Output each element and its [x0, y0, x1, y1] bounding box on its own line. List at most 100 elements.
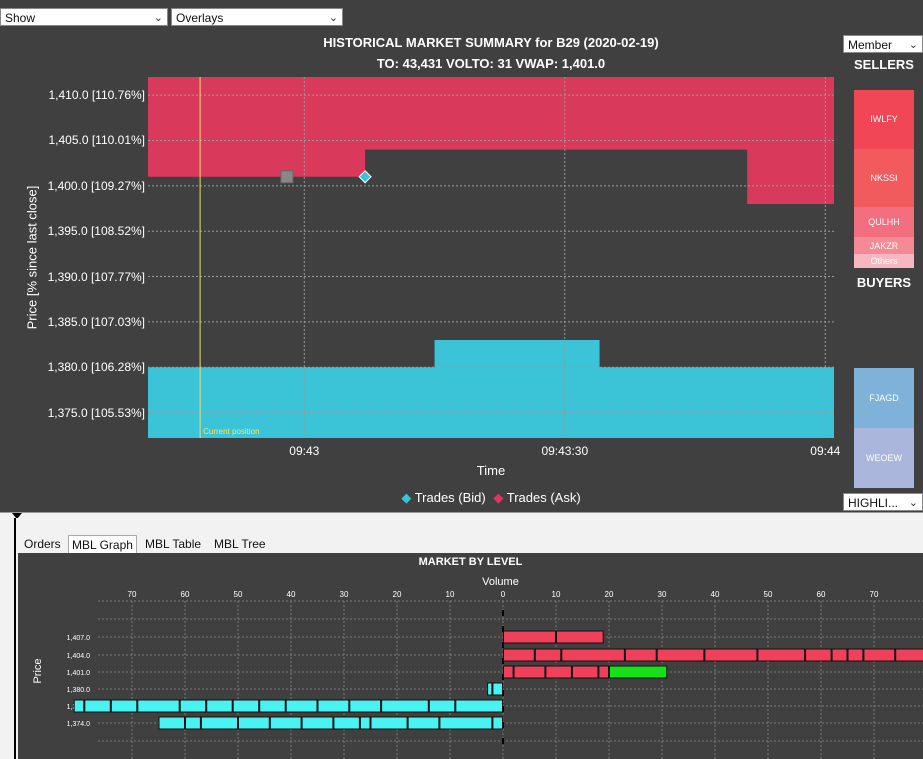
- member-block[interactable]: JAKZR: [854, 236, 914, 255]
- member-block[interactable]: NKSSI: [854, 148, 914, 208]
- bid-legend-icon: ◆: [401, 490, 412, 505]
- mbl-x-tick-label: 60: [181, 590, 190, 599]
- mbl-order-bar: [487, 682, 493, 696]
- mbl-order-bar: [455, 699, 503, 713]
- mbl-order-bar: [349, 699, 382, 713]
- tab-mbl-table[interactable]: MBL Table: [142, 535, 204, 553]
- member-block[interactable]: QULHH: [854, 207, 914, 237]
- mbl-order-bar: [492, 716, 503, 730]
- tab-mbl-graph[interactable]: MBL Graph: [68, 535, 137, 553]
- mbl-order-bar: [571, 665, 599, 679]
- mbl-x-tick-label: 50: [764, 590, 773, 599]
- member-dropdown[interactable]: Member ⌄: [843, 35, 923, 53]
- mbl-price-label: 1,407.0: [67, 635, 90, 642]
- chart-legend: ◆ Trades (Bid) ◆ Trades (Ask): [148, 490, 834, 506]
- mbl-order-bar: [624, 648, 657, 662]
- mbl-order-bar: [110, 699, 138, 713]
- mbl-order-bar: [503, 665, 514, 679]
- x-axis-title: Time: [476, 463, 506, 478]
- member-block[interactable]: Others: [854, 254, 914, 268]
- mbl-order-bar: [407, 716, 440, 730]
- mbl-order-bar: [301, 716, 334, 730]
- y-tick-label: 1,390.0 [107.77%]: [47, 269, 145, 284]
- member-block[interactable]: FJAGD: [854, 368, 914, 428]
- highlight-dropdown[interactable]: HIGHLI... ⌄: [843, 493, 923, 511]
- chevron-down-icon: ⌄: [153, 12, 163, 24]
- mbl-order-bar: [805, 648, 832, 662]
- y-tick-label: 1,380.0 [106.28%]: [47, 360, 145, 375]
- mbl-order-bar: [847, 648, 864, 662]
- mbl-order-bar: [206, 699, 233, 713]
- mbl-order-bar: [238, 716, 270, 730]
- y-tick-label: 1,400.0 [109.27%]: [47, 178, 145, 193]
- chevron-down-icon: ⌄: [328, 12, 338, 24]
- mbl-order-bar: [503, 648, 535, 662]
- mbl-order-bar: [359, 716, 371, 730]
- mbl-order-bar: [381, 699, 429, 713]
- highlight-dropdown-label: HIGHLI...: [848, 496, 899, 510]
- x-tick-label: 09:43:30: [541, 444, 589, 458]
- current-position-label: Current position: [203, 427, 259, 436]
- mbl-order-bar: [137, 699, 180, 713]
- y-tick-label: 1,385.0 [107.03%]: [47, 314, 145, 329]
- mbl-order-bar: [428, 699, 456, 713]
- mbl-x-tick-label: 0: [501, 590, 506, 599]
- tab-mbl-tree[interactable]: MBL Tree: [211, 535, 269, 553]
- buyers-column: FJAGD WEOEW: [854, 368, 914, 488]
- mbl-x-tick-label: 30: [658, 590, 667, 599]
- ask-legend-label: Trades (Ask): [506, 490, 581, 505]
- mbl-order-bar: [439, 716, 493, 730]
- mbl-x-tick-label: 70: [870, 590, 879, 599]
- chevron-down-icon: ⌄: [908, 39, 918, 51]
- mbl-x-tick-label: 20: [605, 590, 614, 599]
- mbl-price-label: 1,380.0: [67, 687, 90, 694]
- summary-subtitle: TO: 43,431 VOLTO: 31 VWAP: 1,401.0: [376, 56, 606, 71]
- bid-legend-label: Trades (Bid): [414, 490, 486, 505]
- chevron-down-icon: ⌄: [908, 497, 918, 509]
- trade-square-marker: [280, 170, 294, 184]
- mbl-price-label: 1,401.0: [67, 670, 90, 677]
- mbl-order-bar: [73, 699, 85, 713]
- panel-left-border: [14, 518, 16, 759]
- tab-orders[interactable]: Orders: [21, 535, 64, 553]
- summary-chart[interactable]: Current position: [148, 77, 834, 438]
- mbl-order-bar: [269, 716, 302, 730]
- mbl-order-bar: [370, 716, 408, 730]
- mbl-order-bar: [232, 699, 260, 713]
- overlays-dropdown[interactable]: Overlays ⌄: [171, 8, 343, 26]
- mbl-order-bar: [609, 665, 668, 679]
- mbl-order-bar: [179, 699, 207, 713]
- mbl-order-bar: [285, 699, 318, 713]
- mbl-x-tick-label: 40: [711, 590, 720, 599]
- member-block[interactable]: WEOEW: [854, 428, 914, 488]
- mbl-order-bar: [656, 648, 705, 662]
- y-tick-label: 1,395.0 [108.52%]: [47, 224, 145, 239]
- mbl-order-bar: [513, 665, 546, 679]
- mbl-order-bar: [534, 648, 562, 662]
- mbl-order-bar: [704, 648, 758, 662]
- mbl-x-tick-label: 50: [234, 590, 243, 599]
- mbl-x-tick-label: 30: [340, 590, 349, 599]
- mbl-x-tick-label: 10: [446, 590, 455, 599]
- sellers-header: SELLERS: [854, 57, 914, 72]
- buyers-header: BUYERS: [856, 275, 912, 290]
- member-block[interactable]: IWLFY: [854, 90, 914, 149]
- mbl-order-bar: [492, 682, 503, 696]
- member-dropdown-label: Member: [848, 38, 893, 52]
- y-tick-label: 1,375.0 [105.53%]: [47, 405, 145, 420]
- y-axis-labels: 1,410.0 [110.76%] 1,405.0 [110.01%] 1,400.…: [0, 0, 145, 480]
- mbl-order-bar: [158, 716, 185, 730]
- mbl-order-bar: [545, 665, 572, 679]
- x-tick-label: 09:43: [289, 444, 320, 458]
- x-axis-labels: 09:43 09:43:30 09:44: [148, 444, 840, 460]
- mbl-order-bar: [561, 648, 625, 662]
- mbl-order-bar: [598, 665, 610, 679]
- overlays-dropdown-label: Overlays: [176, 11, 224, 25]
- mbl-chart[interactable]: 70 60 50 40 30 20 10 0 10 20 30 40 50 60 70 1,407.0 1,40…: [18, 553, 923, 759]
- mbl-x-tick-label: 60: [817, 590, 826, 599]
- mbl-price-label: 1,374.0: [67, 721, 90, 728]
- summary-title: HISTORICAL MARKET SUMMARY for B29 (2020-…: [323, 35, 659, 50]
- mbl-x-tick-label: 40: [287, 590, 296, 599]
- mbl-order-bar: [185, 716, 201, 730]
- mbl-order-bar: [757, 648, 806, 662]
